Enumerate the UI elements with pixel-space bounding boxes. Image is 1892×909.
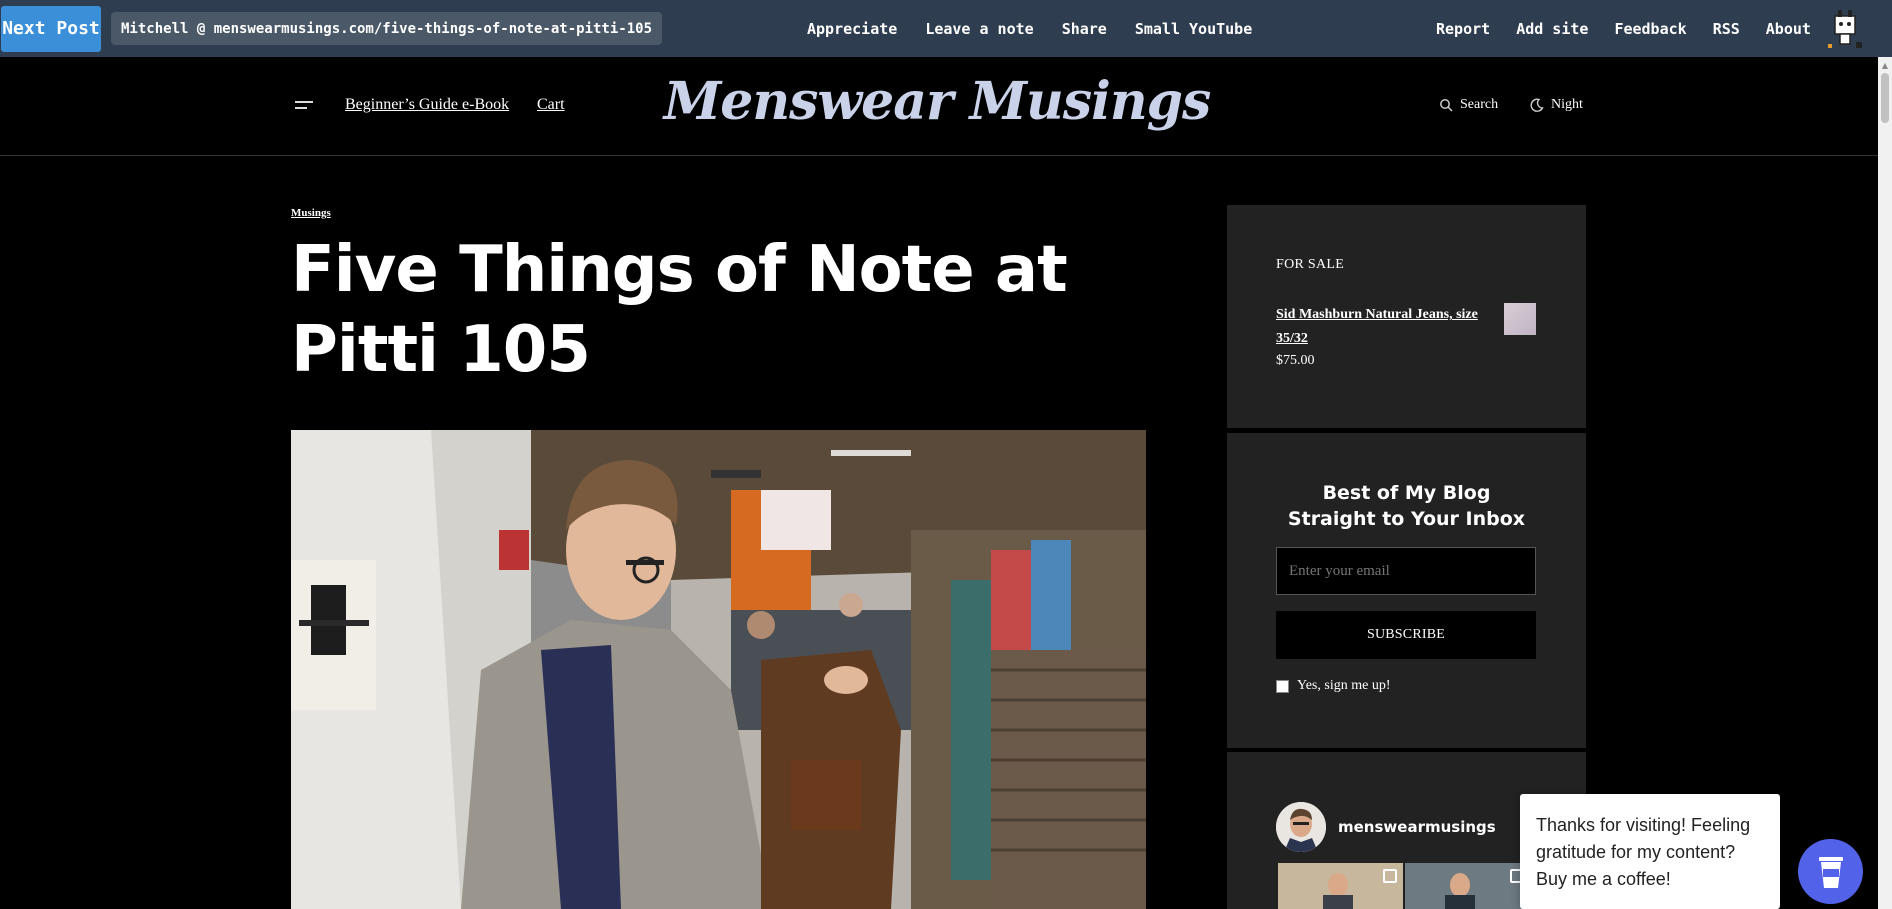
coffee-message: Thanks for visiting! Feeling gratitude f… [1536, 815, 1751, 889]
url-display[interactable]: Mitchell @ menswearmusings.com/five-thin… [111, 12, 663, 45]
appreciate-link[interactable]: Appreciate [807, 20, 897, 38]
logo-text[interactable]: Menswear Musings [664, 71, 1212, 132]
topbar-right-links: Report Add site Feedback RSS About [1436, 0, 1811, 57]
avatar-photo [1276, 802, 1326, 852]
article-title: Five Things of Note at Pitti 105 [291, 233, 1068, 387]
search-label: Search [1460, 97, 1499, 112]
search-icon [1440, 99, 1453, 112]
share-link[interactable]: Share [1062, 20, 1107, 38]
instagram-handle[interactable]: menswearmusings [1338, 818, 1496, 836]
subscribe-button[interactable]: SUBSCRIBE [1276, 611, 1536, 659]
instagram-avatar[interactable] [1276, 802, 1326, 852]
top-bar: Next Post Mitchell @ menswearmusings.com… [0, 0, 1892, 57]
moon-icon [1530, 98, 1544, 112]
email-input[interactable] [1276, 547, 1536, 595]
report-link[interactable]: Report [1436, 20, 1490, 38]
scroll-thumb[interactable] [1881, 73, 1889, 123]
newsletter-title: Best of My Blog Straight to Your Inbox [1227, 480, 1586, 532]
about-link[interactable]: About [1766, 20, 1811, 38]
rss-link[interactable]: RSS [1713, 20, 1740, 38]
newsletter-title-line1: Best of My Blog [1322, 482, 1491, 504]
sale-item-link[interactable]: Sid Mashburn Natural Jeans, size 35/32 [1276, 303, 1501, 351]
buy-coffee-button[interactable] [1798, 839, 1863, 904]
signup-checkbox-row[interactable]: Yes, sign me up! [1276, 678, 1390, 694]
pitti-photo [291, 430, 1146, 909]
page-scrollbar[interactable]: ▲ [1878, 57, 1892, 909]
signup-checkbox[interactable] [1276, 679, 1289, 693]
newsletter-title-line2: Straight to Your Inbox [1287, 508, 1526, 530]
search-button[interactable]: Search [1439, 97, 1498, 113]
hero-image [291, 430, 1146, 909]
sale-item-thumbnail[interactable] [1504, 303, 1536, 335]
signup-checkbox-label: Yes, sign me up! [1297, 678, 1391, 693]
for-sale-widget: FOR SALE Sid Mashburn Natural Jeans, siz… [1227, 205, 1586, 428]
newsletter-widget: Best of My Blog Straight to Your Inbox S… [1227, 433, 1586, 748]
scroll-up-arrow-icon[interactable]: ▲ [1878, 59, 1892, 73]
coffee-cup-icon [1818, 856, 1843, 888]
leave-note-link[interactable]: Leave a note [925, 20, 1033, 38]
topbar-center-links: Appreciate Leave a note Share Small YouT… [807, 0, 1252, 57]
coffee-message-popup[interactable]: Thanks for visiting! Feeling gratitude f… [1520, 794, 1780, 909]
mascot-icon[interactable] [1826, 6, 1864, 50]
for-sale-heading: FOR SALE [1276, 257, 1345, 272]
site-logo[interactable]: Menswear Musings [0, 71, 1878, 132]
small-youtube-link[interactable]: Small YouTube [1135, 20, 1252, 38]
instagram-post-thumbnail[interactable] [1405, 863, 1530, 909]
instagram-post-thumbnail[interactable] [1278, 863, 1403, 909]
night-mode-toggle[interactable]: Night [1530, 97, 1583, 113]
night-label: Night [1551, 97, 1583, 112]
next-post-button[interactable]: Next Post [1, 5, 101, 52]
add-site-link[interactable]: Add site [1516, 20, 1588, 38]
site-header: Beginner’s Guide e-Book Cart Menswear Mu… [0, 57, 1878, 156]
feedback-link[interactable]: Feedback [1614, 20, 1686, 38]
sale-item-price: $75.00 [1276, 353, 1315, 368]
category-link[interactable]: Musings [291, 207, 331, 219]
carousel-icon [1383, 869, 1397, 883]
